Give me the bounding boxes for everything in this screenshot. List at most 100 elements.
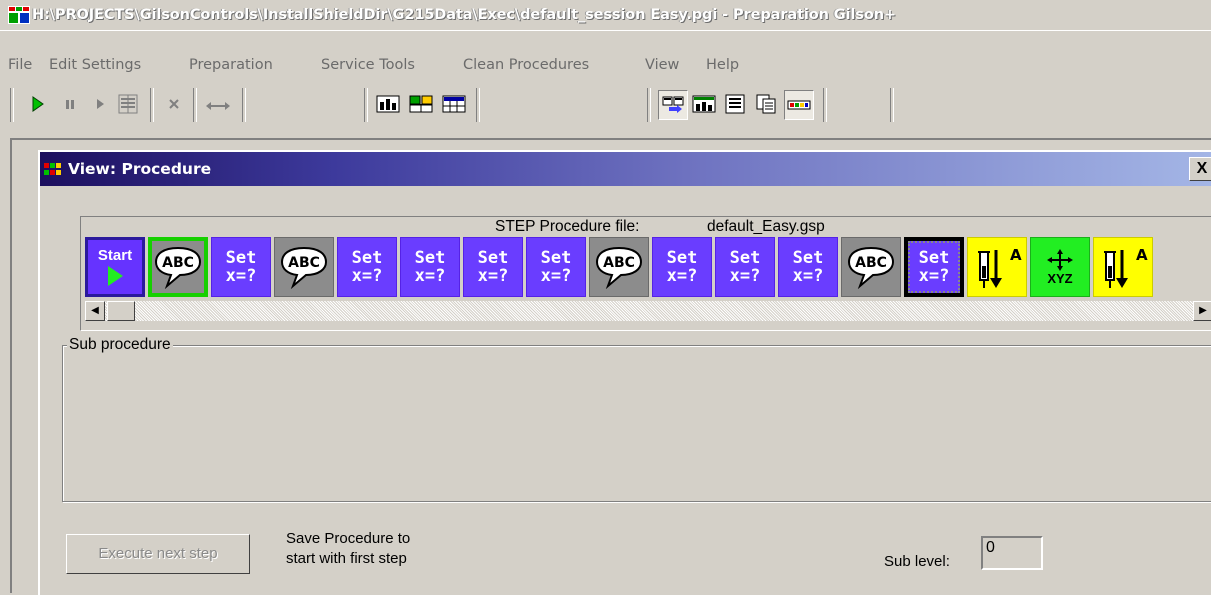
pause-icon bbox=[66, 100, 74, 109]
step-set-variable[interactable]: Set x=? bbox=[463, 237, 523, 297]
copy-view-button[interactable] bbox=[752, 90, 780, 118]
execute-next-step-button[interactable]: Execute next step bbox=[66, 534, 250, 574]
syringe-icon: A bbox=[1104, 246, 1148, 288]
step-icon bbox=[97, 99, 104, 109]
copy-view-icon bbox=[756, 94, 776, 114]
toolbar-separator bbox=[476, 88, 480, 122]
menu-service-tools[interactable]: Service Tools bbox=[321, 50, 415, 80]
toolbar-separator bbox=[193, 88, 197, 122]
step-start-label: Start bbox=[97, 246, 133, 264]
step-message[interactable]: ABC bbox=[274, 237, 334, 297]
play-icon bbox=[32, 96, 44, 112]
stop-icon bbox=[169, 99, 179, 109]
step-set-line1: Set bbox=[477, 248, 509, 268]
list-view-icon bbox=[725, 94, 745, 114]
list-view-button[interactable] bbox=[721, 90, 749, 118]
play-button[interactable] bbox=[24, 90, 52, 118]
menu-clean-procedures[interactable]: Clean Procedures bbox=[463, 50, 589, 80]
toolbar-grip bbox=[10, 88, 14, 122]
app-icon bbox=[8, 6, 30, 24]
step-set-line1: Set bbox=[729, 248, 761, 268]
step-file-label: STEP Procedure file: bbox=[495, 218, 640, 235]
view-tool-2-button[interactable] bbox=[407, 90, 435, 118]
sub-procedure-label: Sub procedure bbox=[67, 334, 173, 356]
menu-bar: File Edit Settings Preparation Service T… bbox=[0, 50, 1211, 78]
save-note-line1: Save Procedure to bbox=[286, 530, 411, 547]
toolbar bbox=[10, 86, 1211, 124]
scroll-thumb[interactable] bbox=[107, 301, 135, 321]
menu-edit-settings[interactable]: Edit Settings bbox=[49, 50, 141, 80]
step-start[interactable]: Start bbox=[85, 237, 145, 297]
speech-bubble-icon: ABC bbox=[280, 246, 328, 289]
procedure-view-icon bbox=[662, 96, 684, 113]
step-set-line1: Set bbox=[666, 248, 698, 268]
scroll-left-button[interactable]: ◀ bbox=[85, 301, 105, 321]
step-set-variable[interactable]: Set x=? bbox=[778, 237, 838, 297]
step-set-variable[interactable]: Set x=? bbox=[400, 237, 460, 297]
toolbar-separator bbox=[823, 88, 827, 122]
step-message-label: ABC bbox=[855, 255, 887, 271]
speech-bubble-icon: ABC bbox=[154, 246, 202, 289]
step-set-variable[interactable]: Set x=? bbox=[652, 237, 712, 297]
close-icon: X bbox=[1196, 160, 1208, 177]
step-aspirate-label: A bbox=[1136, 246, 1148, 264]
step-aspirate[interactable]: A bbox=[967, 237, 1027, 297]
toolbar-separator bbox=[364, 88, 368, 122]
stop-button[interactable] bbox=[160, 90, 188, 118]
window-title: H:\PROJECTS\GilsonControls\InstallShield… bbox=[32, 7, 896, 23]
step-set-line1: Set bbox=[540, 248, 572, 268]
swap-icon bbox=[206, 102, 230, 110]
step-set-line1: Set bbox=[414, 248, 446, 268]
step-strip-scrollbar[interactable]: ◀ ▶ bbox=[85, 301, 1211, 321]
view-tool-3-button[interactable] bbox=[440, 90, 468, 118]
menu-file[interactable]: File bbox=[8, 50, 32, 80]
step-set-line2: x=? bbox=[918, 266, 950, 286]
step-set-line1: Set bbox=[918, 248, 950, 268]
view-tool-1-icon bbox=[376, 95, 400, 113]
step-message[interactable]: ABC bbox=[148, 237, 208, 297]
procedure-window-icon bbox=[44, 163, 61, 175]
toolbar-separator bbox=[890, 88, 894, 122]
menu-view[interactable]: View bbox=[645, 50, 679, 80]
step-message[interactable]: ABC bbox=[589, 237, 649, 297]
step-list-button[interactable] bbox=[114, 90, 142, 118]
view-tool-1-button[interactable] bbox=[374, 90, 402, 118]
step-set-line2: x=? bbox=[666, 266, 698, 286]
title-bar: H:\PROJECTS\GilsonControls\InstallShield… bbox=[0, 0, 1211, 31]
toolbar-separator bbox=[242, 88, 246, 122]
toolbar-separator bbox=[150, 88, 154, 122]
menu-help[interactable]: Help bbox=[706, 50, 739, 80]
color-view-button[interactable] bbox=[784, 90, 814, 120]
step-list-icon bbox=[118, 94, 138, 114]
step-set-line2: x=? bbox=[729, 266, 761, 286]
syringe-icon: A bbox=[978, 246, 1022, 288]
step-set-line2: x=? bbox=[792, 266, 824, 286]
step-set-variable[interactable]: Set x=? bbox=[715, 237, 775, 297]
step-set-variable[interactable]: Set x=? bbox=[904, 237, 964, 297]
pause-button[interactable] bbox=[56, 90, 84, 118]
step-message[interactable]: ABC bbox=[841, 237, 901, 297]
step-button[interactable] bbox=[86, 90, 114, 118]
step-move-label: XYZ bbox=[1047, 270, 1073, 286]
chart-view-button[interactable] bbox=[690, 90, 718, 118]
step-set-variable[interactable]: Set x=? bbox=[337, 237, 397, 297]
step-set-line1: Set bbox=[225, 248, 257, 268]
step-set-line2: x=? bbox=[351, 266, 383, 286]
procedure-view-button[interactable] bbox=[658, 90, 688, 120]
procedure-window-titlebar[interactable]: View: Procedure X bbox=[40, 152, 1211, 186]
step-aspirate[interactable]: A bbox=[1093, 237, 1153, 297]
step-set-line1: Set bbox=[792, 248, 824, 268]
step-move-xyz[interactable]: XYZ bbox=[1030, 237, 1090, 297]
swap-button[interactable] bbox=[204, 90, 232, 118]
step-message-label: ABC bbox=[162, 255, 194, 271]
step-set-variable[interactable]: Set x=? bbox=[211, 237, 271, 297]
menu-preparation[interactable]: Preparation bbox=[189, 50, 273, 80]
step-set-variable[interactable]: Set x=? bbox=[526, 237, 586, 297]
sub-level-field[interactable]: 0 bbox=[981, 536, 1043, 570]
close-button[interactable]: X bbox=[1189, 157, 1211, 181]
scroll-right-button[interactable]: ▶ bbox=[1193, 301, 1211, 321]
sub-level-label: Sub level: bbox=[884, 553, 950, 570]
start-play-icon bbox=[108, 265, 123, 286]
step-file-name: default_Easy.gsp bbox=[707, 218, 825, 235]
step-aspirate-label: A bbox=[1010, 246, 1022, 264]
